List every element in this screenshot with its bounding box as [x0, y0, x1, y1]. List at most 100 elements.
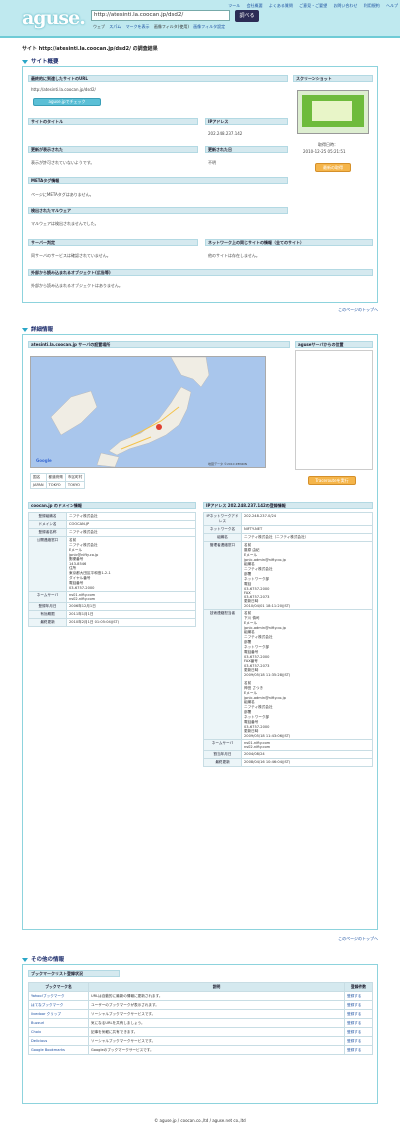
bookmark-row: Yahoo!ブックマーク URLは自動的に最新の情報に更新されます。 登録する	[28, 991, 373, 1001]
nav-faq[interactable]: よくある質問	[269, 3, 293, 8]
bookmark-description: URLは自動的に最新の情報に更新されます。	[88, 991, 345, 1001]
bookmark-row: はてなブックマーク ユーザーのブックマークが表示されます。 登録する	[28, 1000, 373, 1010]
ip-info-key: ネームサーバ	[203, 739, 242, 751]
nav-feedback[interactable]: ご意見・ご要望	[299, 3, 327, 8]
malware-label: 検出されたマルウェア	[28, 207, 288, 214]
aguse-logo[interactable]: aguse.	[22, 7, 86, 29]
domain-info-table: 登録組織名 ニフティ株式会社 ドメイン名 COOCAN.JP 登録者名称 ニフティ株式会社…	[28, 512, 196, 627]
bookmark-register-link[interactable]: 登録する	[344, 1000, 373, 1010]
check-button[interactable]: aguse.jpでチェック	[33, 98, 101, 106]
bookmark-register-link[interactable]: 登録する	[344, 991, 373, 1001]
domain-info-row: 有効期限 2011年1月1日	[28, 610, 196, 619]
bookmark-service-link[interactable]: Buzzurl	[28, 1018, 89, 1028]
reload-screenshot-button[interactable]: 最新の取得	[315, 163, 351, 172]
domain-info-key: ネームサーバ	[28, 591, 67, 603]
back-to-top-link[interactable]: このページのトップへ	[300, 307, 378, 313]
bookmark-service-link[interactable]: Delicious	[28, 1036, 89, 1046]
location-table: 国名 都道府県 市区町村 JAPAN TOKYO TOKYO	[30, 473, 86, 489]
location-country: JAPAN	[30, 481, 47, 489]
bookmark-description: ソーシャルブックマークサービスです。	[88, 1009, 345, 1019]
ip-info-row: 技術連絡担当者 名前 下川 慎司 Eメール jpnic-admin@nifty.c…	[203, 609, 373, 740]
bookmark-box-title: ブックマークリスト登録状況	[28, 970, 120, 977]
bookmark-row: Google Bookmarks Googleのブックマークサービスです。 登録する	[28, 1045, 373, 1055]
site-header: aguse. http://atesinti.la.coocan.jp/dsd2…	[0, 0, 400, 38]
side-title: aguseサーバからの位置	[295, 341, 373, 348]
domain-info-key: ドメイン名	[28, 520, 67, 529]
screenshot-thumbnail[interactable]	[297, 90, 369, 134]
domain-info-row: 登録年月日 2006年12月1日	[28, 602, 196, 611]
updated-value: 不明	[208, 160, 216, 165]
domain-info-row: 最終更新 2010年2月1日 01:05:04(JST)	[28, 618, 196, 627]
domain-info-row: 公開連絡窓口 名前 ニフティ株式会社 Eメール jpnic@nifty.co.jp…	[28, 536, 196, 592]
location-prefecture: TOKYO	[45, 481, 66, 489]
option-web[interactable]: ウェブ	[93, 24, 105, 29]
option-image-filter[interactable]: 画像フィルタ(使用)	[154, 24, 189, 29]
ip-info-value: 2008/04/16 10:46:04(JST)	[241, 758, 373, 767]
bookmark-register-link[interactable]: 登録する	[344, 1045, 373, 1055]
bookmark-service-link[interactable]: はてなブックマーク	[28, 1000, 89, 1010]
bookmark-description: 記事を気軽に共有できます。	[88, 1027, 345, 1037]
other-heading: その他の情報	[22, 955, 64, 963]
bookmark-row: Choix 記事を気軽に共有できます。 登録する	[28, 1027, 373, 1037]
bookmark-row: Buzzurl 気になるURLを共有しましょう。 登録する	[28, 1018, 373, 1028]
ip-info-value: NIFTY-NET	[241, 525, 373, 534]
bookmark-register-link[interactable]: 登録する	[344, 1009, 373, 1019]
screenshot-date-label: 取得日時：	[318, 142, 338, 147]
meta-text: ページにMETAタグはありません。	[31, 192, 94, 197]
ip-info-key: ネットワーク名	[203, 525, 242, 534]
map-title: atesinti.la.coocan.jp サーバの設置場所	[28, 341, 290, 348]
bookmark-register-link[interactable]: 登録する	[344, 1036, 373, 1046]
location-marker[interactable]	[156, 424, 162, 430]
option-mark[interactable]: マークを表示	[126, 24, 150, 29]
ip-info-key: IPネットワークアドレス	[203, 512, 242, 526]
overview-heading: サイト概要	[22, 57, 59, 65]
domain-info-key: 登録組織名	[28, 512, 67, 521]
traceroute-panel	[295, 350, 373, 470]
nav-help[interactable]: ヘルプ	[386, 3, 398, 8]
page-title: サイト http://atesinti.la.coocan.jp/dsd2/ の…	[22, 46, 158, 52]
nav-company[interactable]: 会社概要	[247, 3, 263, 8]
same-site-text: 他のサイトは存在しません。	[208, 253, 260, 258]
bookmark-service-link[interactable]: Yahoo!ブックマーク	[28, 991, 89, 1001]
nav-tool[interactable]: ツール	[228, 3, 240, 8]
option-spam[interactable]: スパム	[109, 24, 121, 29]
server-location-map[interactable]	[30, 356, 266, 468]
ip-info-key: 技術連絡担当者	[203, 609, 242, 740]
same-site-label: ネットワーク上の同じサイトの情報（全てのサイト）	[205, 239, 373, 246]
domain-info-value: 2010年2月1日 01:05:04(JST)	[66, 618, 196, 627]
bookmark-row: livedoor クリップ ソーシャルブックマークサービスです。 登録する	[28, 1009, 373, 1019]
ip-value: 202.248.237.142	[208, 131, 243, 136]
search-button[interactable]: 調べる	[235, 10, 259, 22]
google-logo: Google	[36, 458, 52, 463]
ip-info-value: 2004/08/24	[241, 750, 373, 759]
bookmark-register-link[interactable]: 登録する	[344, 1027, 373, 1037]
domain-info-key: 登録年月日	[28, 602, 67, 611]
domain-info-value: COOCAN.JP	[66, 520, 196, 529]
malware-text: マルウェアは検出されませんでした。	[31, 221, 99, 226]
content-label: 更新が表示された	[28, 146, 198, 153]
domain-info-value: ns01.nifty.com ns02.nifty.com	[66, 591, 196, 603]
ip-info-value: 名前 下川 慎司 Eメール jpnic-admin@nifty.co.jp 組織…	[241, 609, 373, 740]
ip-info-value: ニフティ株式会社（ニフティ株式会社）	[241, 533, 373, 542]
ip-info-key: 組織名	[203, 533, 242, 542]
nav-terms[interactable]: 利用規約	[364, 3, 380, 8]
search-options: ウェブ スパム マークを表示 画像フィルタ(使用) 画像フィルタ設定	[93, 24, 303, 30]
bookmark-service-link[interactable]: Choix	[28, 1027, 89, 1037]
bookmark-description: ユーザーのブックマークが表示されます。	[88, 1000, 345, 1010]
back-to-top-link-2[interactable]: このページのトップへ	[300, 936, 378, 942]
option-filter-settings[interactable]: 画像フィルタ設定	[193, 24, 225, 29]
location-city: TOKYO	[64, 481, 86, 489]
screenshot-label: スクリーンショット	[293, 75, 373, 82]
bookmark-table: ブックマーク名 説明 登録件数 Yahoo!ブックマーク URLは自動的に最新の情報に…	[28, 982, 373, 1055]
url-input[interactable]: http://atesinti.la.coocan.jp/dsd2/	[91, 10, 230, 21]
bookmark-header-name: ブックマーク名	[28, 982, 89, 992]
bookmark-service-link[interactable]: Google Bookmarks	[28, 1045, 89, 1055]
bookmark-service-link[interactable]: livedoor クリップ	[28, 1009, 89, 1019]
bookmark-description: Googleのブックマークサービスです。	[88, 1045, 345, 1055]
ip-info-row: 組織名 ニフティ株式会社（ニフティ株式会社）	[203, 533, 373, 542]
domain-info-value: 2006年12月1日	[66, 602, 196, 611]
screenshot-date: 2010-12-25 05:21:51	[303, 149, 346, 154]
bookmark-register-link[interactable]: 登録する	[344, 1018, 373, 1028]
nav-contact[interactable]: お問い合わせ	[333, 3, 357, 8]
traceroute-button[interactable]: Tracerouteを実行	[308, 476, 356, 485]
